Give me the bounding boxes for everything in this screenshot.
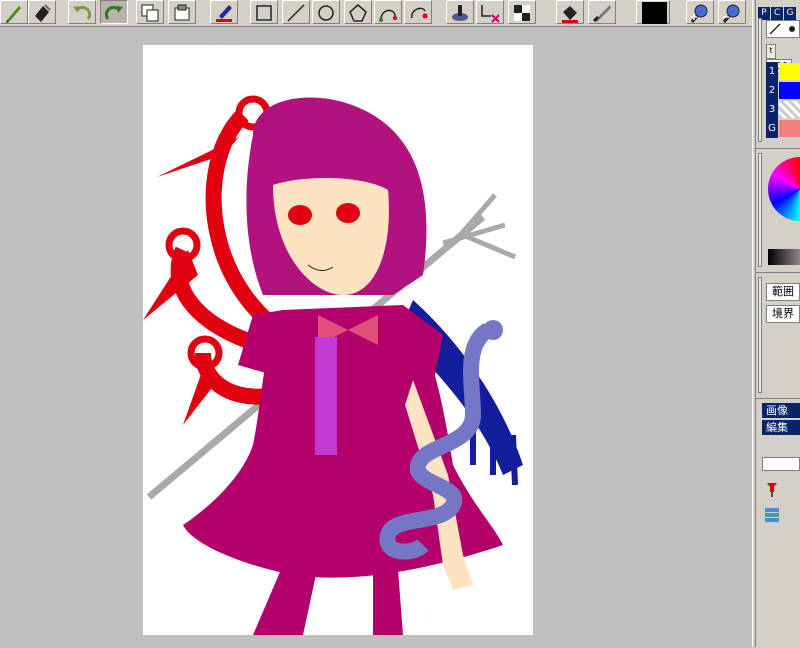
pen-tool-button[interactable]	[0, 0, 28, 24]
layer-row-1[interactable]: 1	[766, 62, 800, 81]
undo-button[interactable]	[68, 0, 96, 24]
paste-icon	[174, 4, 190, 21]
lasso-icon	[411, 7, 428, 19]
fill-tool-button[interactable]	[556, 0, 584, 24]
pen-mode-selector[interactable]	[766, 20, 800, 38]
layer-panel: PCG t100 1 2 3 G	[756, 0, 800, 145]
pin-button[interactable]	[762, 479, 782, 499]
tab-c[interactable]: C	[771, 7, 783, 20]
bucket-tool-button[interactable]	[28, 0, 56, 24]
eraser-icon	[481, 5, 500, 23]
brush-icon	[216, 5, 232, 22]
undo-icon	[73, 5, 92, 20]
eyedropper-icon	[452, 5, 468, 21]
layers-stack-button[interactable]	[762, 505, 782, 525]
brightness-slider[interactable]	[768, 249, 800, 265]
curve-tool-button[interactable]	[374, 0, 402, 24]
dot-mode-icon	[789, 26, 795, 32]
zoom-in-button[interactable]	[686, 0, 714, 24]
toolbar	[0, 0, 756, 27]
transparency-icon	[514, 5, 530, 21]
layer-label: 2	[766, 81, 778, 100]
layer-swatch-yellow[interactable]	[779, 63, 800, 80]
rectangle-icon	[256, 5, 272, 21]
layer-swatch-pink[interactable]	[779, 120, 800, 137]
range-button[interactable]: 範囲	[766, 283, 800, 301]
rectangle-tool-button[interactable]	[250, 0, 278, 24]
layer-label: 3	[766, 100, 778, 119]
pin-icon	[767, 483, 777, 497]
layer-label: G	[766, 119, 778, 138]
lasso-tool-button[interactable]	[404, 0, 432, 24]
dress-front-panel	[315, 337, 337, 455]
line-tool-button[interactable]	[282, 0, 310, 24]
pen-icon	[6, 6, 21, 23]
ellipse-icon	[318, 5, 334, 21]
knife-icon	[592, 5, 611, 23]
copy-button[interactable]	[136, 0, 164, 24]
selection-panel-scrollbar[interactable]	[758, 277, 762, 393]
transparency-button[interactable]	[508, 0, 536, 24]
bucket-icon	[35, 4, 51, 22]
right-eye	[336, 203, 360, 223]
layer-swatch-blue[interactable]	[779, 82, 800, 99]
left-eye	[288, 205, 312, 225]
drawing-canvas[interactable]	[143, 45, 533, 635]
current-color-button[interactable]	[636, 0, 670, 24]
fill-icon	[562, 6, 578, 23]
brush-tool-button[interactable]	[210, 0, 238, 24]
layer-row-2[interactable]: 2	[766, 81, 800, 100]
zoom-out-icon	[722, 4, 740, 23]
side-panels: PCG t100 1 2 3 G	[756, 0, 800, 648]
menu-edit[interactable]: 編集	[762, 420, 800, 435]
canvas-area[interactable]	[0, 27, 752, 647]
polygon-icon	[349, 4, 367, 22]
layer-row-3[interactable]: 3	[766, 100, 800, 119]
line-icon	[287, 4, 305, 22]
zoom-out-button[interactable]	[718, 0, 746, 24]
command-input[interactable]	[762, 457, 800, 471]
opacity-handle[interactable]: t	[766, 44, 776, 59]
layer-swatch-checker[interactable]	[779, 101, 800, 118]
eyedropper-tool-button[interactable]	[446, 0, 474, 24]
pen-mode-icon	[769, 23, 781, 35]
layer-row-g[interactable]: G	[766, 119, 800, 138]
redo-button[interactable]	[100, 0, 128, 24]
opacity-control[interactable]: t100	[766, 44, 800, 74]
layer-panel-scrollbar[interactable]	[758, 18, 762, 142]
snake-head	[483, 320, 503, 340]
curve-icon	[379, 9, 397, 22]
eraser-tool-button[interactable]	[476, 0, 504, 24]
color-panel	[756, 148, 800, 271]
menu-panel: 画像 編集	[756, 398, 800, 648]
menu-image[interactable]: 画像	[762, 403, 800, 418]
tab-g[interactable]: G	[784, 7, 796, 20]
zoom-in-icon	[690, 4, 708, 23]
copy-icon	[141, 4, 159, 22]
polygon-tool-button[interactable]	[344, 0, 372, 24]
color-wheel[interactable]	[768, 157, 800, 221]
layers-stack-icon	[765, 508, 779, 522]
trident-prongs	[442, 193, 516, 260]
panel-tabs: PCG	[758, 0, 797, 20]
border-button[interactable]: 境界	[766, 305, 800, 323]
layer-label: 1	[766, 62, 778, 81]
selection-panel: 範囲 境界	[756, 272, 800, 397]
knife-tool-button[interactable]	[588, 0, 616, 24]
paste-button[interactable]	[168, 0, 196, 24]
current-color-icon	[642, 2, 667, 24]
character-illustration	[143, 95, 523, 635]
ellipse-tool-button[interactable]	[312, 0, 340, 24]
color-panel-scrollbar[interactable]	[758, 153, 762, 267]
redo-icon	[104, 5, 123, 20]
